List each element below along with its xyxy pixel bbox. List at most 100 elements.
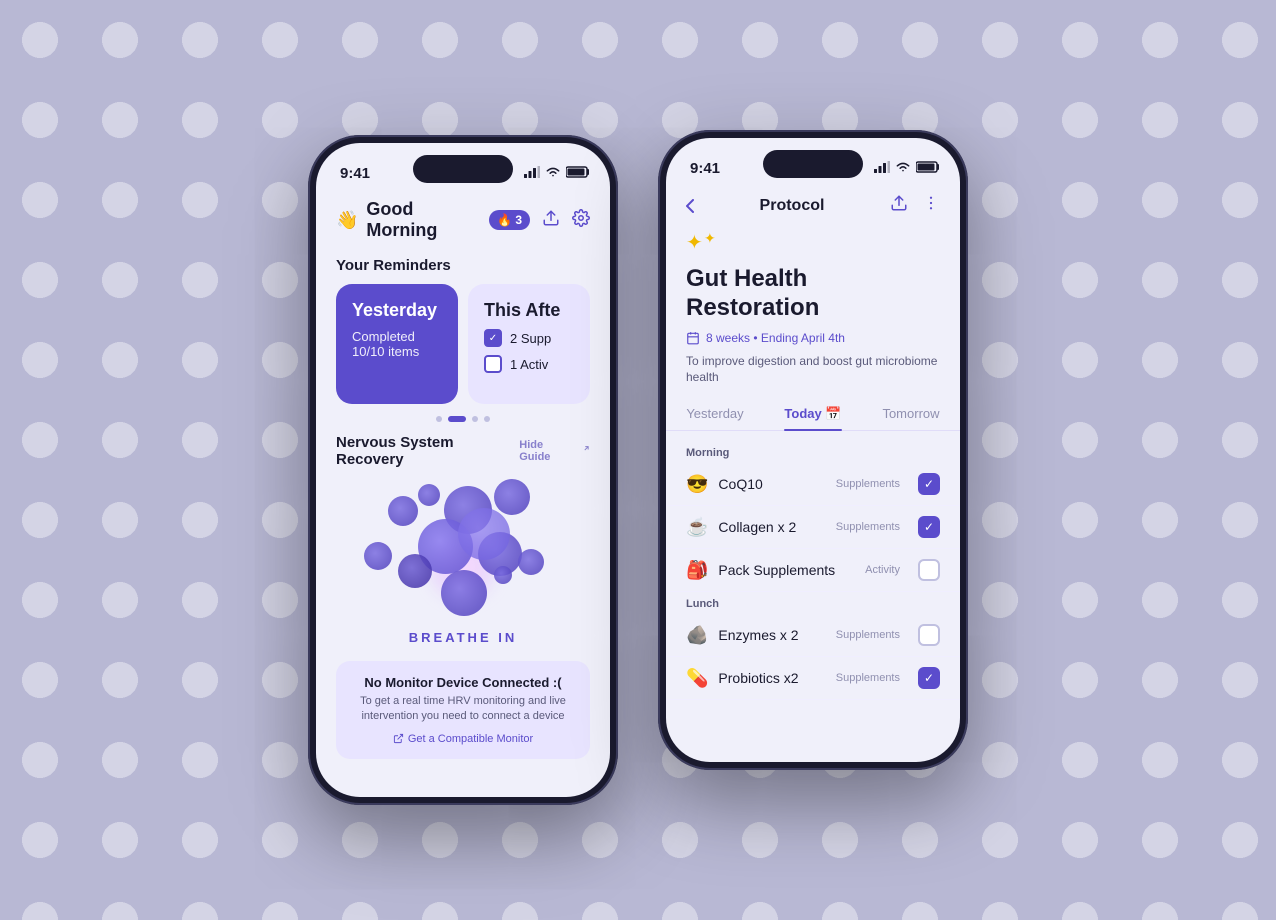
svg-text:✦: ✦	[704, 230, 716, 246]
protocol-description: To improve digestion and boost gut micro…	[666, 353, 960, 399]
breathe-label: BREATHE IN	[316, 624, 610, 655]
breathing-visual	[326, 474, 600, 624]
enzymes-name: Enzymes x 2	[718, 627, 825, 643]
reminder-item-2: 1 Activ	[484, 355, 574, 373]
dot-1	[436, 416, 442, 422]
nervous-system-header: Nervous System Recovery Hide Guide	[316, 430, 610, 474]
svg-text:✦: ✦	[686, 232, 703, 254]
battery-icon-1	[566, 166, 590, 181]
nervous-system-title: Nervous System Recovery	[336, 434, 519, 468]
item-pack-supplements: 🎒 Pack Supplements Activity	[666, 549, 960, 592]
tab-today[interactable]: Today 📅	[764, 398, 862, 430]
phones-container: 9:41 👋 Good Morning	[308, 115, 968, 805]
pack-check[interactable]	[918, 559, 940, 581]
collagen-check[interactable]: ✓	[918, 516, 940, 538]
upload-icon-2[interactable]	[890, 194, 908, 217]
dot-3	[472, 416, 478, 422]
app-header-1: 👋 Good Morning 🔥 3	[316, 193, 610, 253]
coq10-name: CoQ10	[718, 476, 825, 492]
monitor-title: No Monitor Device Connected :(	[350, 675, 576, 690]
item-coq10: 😎 CoQ10 Supplements ✓	[666, 463, 960, 506]
hide-guide-btn[interactable]: Hide Guide	[519, 439, 590, 463]
coq10-emoji: 😎	[686, 474, 708, 495]
pagination-dots	[316, 404, 610, 430]
collagen-emoji: ☕	[686, 517, 708, 538]
tab-tomorrow[interactable]: Tomorrow	[862, 398, 960, 430]
dot-4	[484, 416, 490, 422]
item-enzymes: 🪨 Enzymes x 2 Supplements	[666, 614, 960, 657]
pack-name: Pack Supplements	[718, 562, 855, 578]
today-calendar-icon: 📅	[825, 406, 841, 421]
probiotics-emoji: 💊	[686, 668, 708, 689]
coq10-check[interactable]: ✓	[918, 473, 940, 495]
flame-icon: 🔥	[497, 213, 512, 227]
checkbox-2[interactable]	[484, 355, 502, 373]
protocol-header-icons	[890, 194, 940, 217]
protocol-meta: 8 weeks • Ending April 4th	[666, 331, 960, 353]
status-icons-2	[874, 161, 940, 176]
dynamic-island-2	[763, 150, 863, 178]
reminders-title: Your Reminders	[316, 253, 610, 284]
phone-2: 9:41 Protocol	[658, 130, 968, 770]
app-title: 👋 Good Morning	[336, 199, 489, 241]
item-collagen: ☕ Collagen x 2 Supplements ✓	[666, 506, 960, 549]
monitor-card: No Monitor Device Connected :( To get a …	[336, 661, 590, 759]
reminder-text-2: 1 Activ	[510, 357, 548, 372]
settings-icon-1[interactable]	[572, 209, 590, 232]
sparkle-icon: ✦✦	[666, 227, 960, 265]
battery-icon-2	[916, 161, 940, 176]
probiotics-check[interactable]: ✓	[918, 667, 940, 689]
enzymes-emoji: 🪨	[686, 625, 708, 646]
collagen-name: Collagen x 2	[718, 519, 825, 535]
item-probiotics: 💊 Probiotics x2 Supplements ✓	[666, 657, 960, 700]
monitor-desc: To get a real time HRV monitoring and li…	[350, 694, 576, 725]
wifi-icon-2	[895, 161, 911, 176]
wifi-icon-1	[545, 166, 561, 181]
probiotics-name: Probiotics x2	[718, 670, 825, 686]
yesterday-label: Yesterday	[352, 300, 442, 321]
status-time-2: 9:41	[690, 160, 720, 177]
collagen-type: Supplements	[836, 521, 900, 533]
pack-type: Activity	[865, 564, 900, 576]
phone-1: 9:41 👋 Good Morning	[308, 135, 618, 805]
phone-1-screen: 9:41 👋 Good Morning	[316, 143, 610, 797]
protocol-header: Protocol	[666, 188, 960, 227]
enzymes-type: Supplements	[836, 629, 900, 641]
protocol-header-title: Protocol	[760, 197, 825, 215]
back-button[interactable]	[686, 199, 694, 213]
reminder-items: ✓ 2 Supp 1 Activ	[484, 329, 574, 373]
status-icons-1	[524, 166, 590, 181]
probiotics-type: Supplements	[836, 672, 900, 684]
yesterday-subtitle: Completed 10/10 items	[352, 329, 442, 359]
flame-count: 3	[515, 213, 522, 227]
yesterday-card[interactable]: Yesterday Completed 10/10 items	[336, 284, 458, 404]
enzymes-check[interactable]	[918, 624, 940, 646]
morning-label: Morning	[666, 441, 960, 463]
protocol-meta-text: 8 weeks • Ending April 4th	[706, 331, 845, 345]
signal-icon-1	[524, 166, 540, 181]
signal-icon-2	[874, 161, 890, 176]
reminders-row: Yesterday Completed 10/10 items This Aft…	[316, 284, 610, 404]
more-icon-2[interactable]	[922, 194, 940, 217]
pack-emoji: 🎒	[686, 560, 708, 581]
protocol-title: Gut Health Restoration	[666, 265, 960, 331]
tab-yesterday[interactable]: Yesterday	[666, 398, 764, 430]
checkbox-1[interactable]: ✓	[484, 329, 502, 347]
status-time-1: 9:41	[340, 165, 370, 182]
phone-2-screen: 9:41 Protocol	[666, 138, 960, 762]
hide-guide-text: Hide Guide	[519, 439, 575, 463]
this-afternoon-label: This Afte	[484, 300, 574, 321]
greeting-text: Good Morning	[366, 199, 489, 241]
wave-emoji: 👋	[336, 210, 358, 231]
reminder-text-1: 2 Supp	[510, 331, 551, 346]
this-afternoon-card[interactable]: This Afte ✓ 2 Supp 1 Activ	[468, 284, 590, 404]
coq10-type: Supplements	[836, 478, 900, 490]
lunch-label: Lunch	[666, 592, 960, 614]
reminder-item-1: ✓ 2 Supp	[484, 329, 574, 347]
app-header-right: 🔥 3	[489, 209, 590, 232]
flame-badge[interactable]: 🔥 3	[489, 210, 530, 230]
dynamic-island-1	[413, 155, 513, 183]
monitor-link[interactable]: Get a Compatible Monitor	[350, 733, 576, 745]
monitor-link-text: Get a Compatible Monitor	[408, 733, 533, 745]
upload-icon-1[interactable]	[542, 209, 560, 232]
